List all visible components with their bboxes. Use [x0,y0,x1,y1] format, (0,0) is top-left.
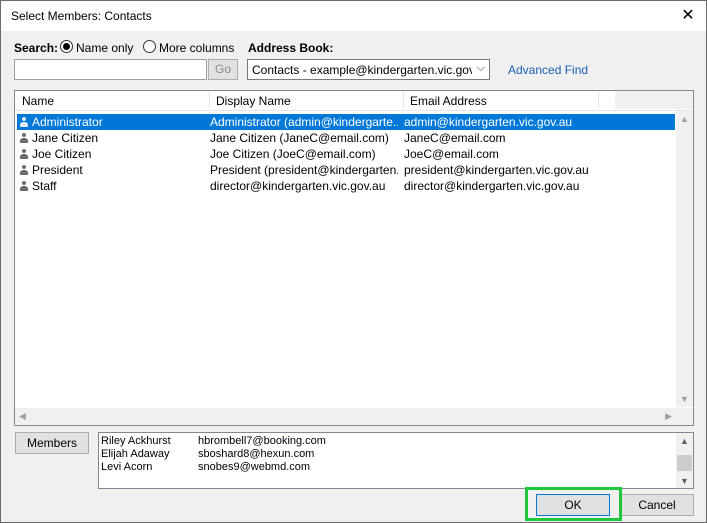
contact-email: JoeC@email.com [404,147,499,161]
contact-email: director@kindergarten.vic.gov.au [404,179,580,193]
person-icon [20,181,28,191]
member-email: snobes9@webmd.com [198,461,311,473]
scroll-right-icon[interactable]: ▶ [665,411,672,422]
member-email: sboshard8@hexun.com [198,448,315,460]
members-button[interactable]: Members [15,432,89,454]
address-book-select[interactable]: Contacts - example@kindergarten.vic.gov.… [247,59,490,80]
header-filler [615,91,693,109]
close-icon[interactable]: ✕ [678,6,698,26]
go-button[interactable]: Go [208,59,238,80]
table-row[interactable]: President President (president@kindergar… [17,162,675,178]
name-only-radio[interactable] [60,40,73,53]
select-members-dialog: Select Members: Contacts ✕ Search: Name … [0,0,707,523]
column-header-email[interactable]: Email Address [410,94,487,108]
address-book-label: Address Book: [248,41,334,55]
table-row[interactable]: Staff director@kindergarten.vic.gov.au d… [17,178,675,194]
list-header: Name Display Name Email Address [15,91,693,111]
members-field[interactable]: Riley Ackhurst hbrombell7@booking.com El… [98,432,694,489]
contact-email: admin@kindergarten.vic.gov.au [404,115,573,129]
contact-display-name: Joe Citizen (JoeC@email.com) [210,147,376,161]
contact-display-name: Administrator (admin@kindergarte... [210,115,398,129]
scrollbar-corner [676,408,693,425]
contact-name: Administrator [32,115,103,129]
contact-display-name: President (president@kindergarten... [210,163,398,177]
contacts-list[interactable]: Name Display Name Email Address Administ… [14,90,694,426]
contact-name: Jane Citizen [32,131,99,145]
ok-highlight-box [525,487,622,521]
column-divider[interactable] [598,91,599,109]
person-icon [20,165,28,175]
window-title: Select Members: Contacts [11,9,152,23]
more-columns-radio[interactable] [143,40,156,53]
member-name: Elijah Adaway [101,448,170,460]
member-email: hbrombell7@booking.com [198,435,326,447]
member-name: Riley Ackhurst [101,435,171,447]
scroll-thumb[interactable] [677,455,692,471]
search-input[interactable] [14,59,207,80]
chevron-down-icon: ⌵ [476,62,485,74]
horizontal-scrollbar[interactable]: ◀ ▶ [15,408,676,425]
scroll-up-icon[interactable]: ▲ [680,436,689,446]
title-bar: Select Members: Contacts ✕ [1,1,706,31]
advanced-find-link[interactable]: Advanced Find [508,63,588,77]
person-icon [20,133,28,143]
name-only-label[interactable]: Name only [76,41,133,55]
contact-email: president@kindergarten.vic.gov.au [404,163,589,177]
column-divider[interactable] [403,91,404,109]
cancel-button[interactable]: Cancel [620,494,694,516]
column-header-name[interactable]: Name [22,94,54,108]
table-row[interactable]: Administrator Administrator (admin@kinde… [17,114,675,130]
search-label: Search: [14,41,59,55]
table-row[interactable]: Jane Citizen Jane Citizen (JaneC@email.c… [17,130,675,146]
contact-display-name: Jane Citizen (JaneC@email.com) [210,131,389,145]
address-book-value: Contacts - example@kindergarten.vic.gov.… [252,63,472,77]
contact-name: Staff [32,179,57,193]
contact-display-name: director@kindergarten.vic.gov.au [210,179,386,193]
vertical-scrollbar[interactable]: ▲ ▼ [676,111,693,407]
more-columns-label[interactable]: More columns [159,41,234,55]
contact-name: President [32,163,83,177]
members-scrollbar[interactable]: ▲ ▼ [676,433,693,488]
person-icon [20,149,28,159]
scroll-down-icon[interactable]: ▼ [680,476,689,486]
column-divider[interactable] [209,91,210,109]
member-name: Levi Acorn [101,461,153,473]
column-header-display-name[interactable]: Display Name [216,94,291,108]
contact-name: Joe Citizen [32,147,92,161]
scroll-down-icon[interactable]: ▼ [680,394,689,404]
scroll-left-icon[interactable]: ◀ [19,411,26,422]
table-row[interactable]: Joe Citizen Joe Citizen (JoeC@email.com)… [17,146,675,162]
contact-email: JaneC@email.com [404,131,506,145]
scroll-up-icon[interactable]: ▲ [680,114,689,124]
person-icon [20,117,28,127]
